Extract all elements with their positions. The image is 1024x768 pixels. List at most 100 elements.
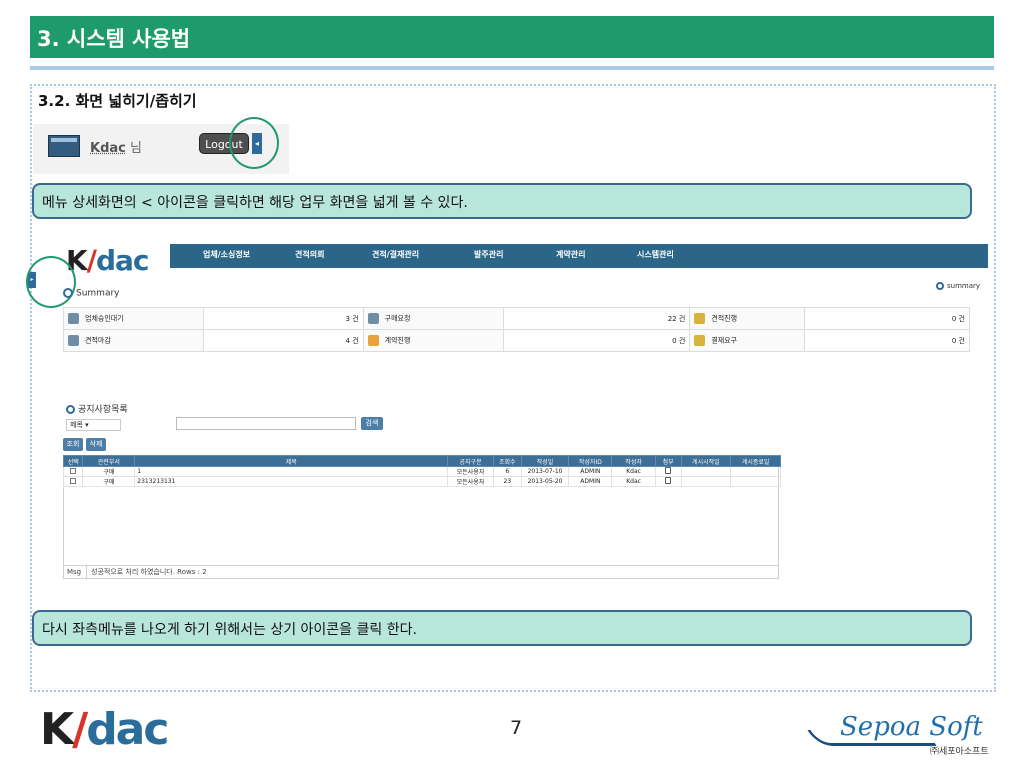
summary-cell-label[interactable]: 견적마감 <box>63 329 204 352</box>
highlight-circle-collapse <box>229 117 279 169</box>
summary-label: 계약진행 <box>384 336 411 345</box>
summary-label: 견적마감 <box>85 336 111 345</box>
attachment-icon[interactable] <box>665 477 672 484</box>
summary-cell-label[interactable]: 견적진행 <box>689 307 806 330</box>
grid-cell: ADMIN <box>568 476 613 487</box>
grid-cell: ADMIN <box>568 466 613 477</box>
grid-cell-title[interactable]: 2313213131 <box>134 476 449 487</box>
grid-cell <box>730 476 781 487</box>
vendor-approve-icon <box>68 313 79 324</box>
grid-cell-attach[interactable] <box>654 476 682 487</box>
search-button[interactable]: 검색 <box>361 417 383 430</box>
nav-item-contract[interactable]: 계약관리 <box>556 249 585 260</box>
grid-header[interactable]: 작성일 <box>520 455 570 467</box>
summary-cell-value[interactable]: 3 건 <box>202 307 364 330</box>
nav-item-system[interactable]: 시스템관리 <box>637 249 674 260</box>
summary-label: 구매요청 <box>384 314 411 323</box>
view-button[interactable]: 조회 <box>63 438 83 451</box>
kdac-logo: K∕dac <box>66 244 150 277</box>
summary-link[interactable]: summary <box>936 282 980 290</box>
delete-button[interactable]: 삭제 <box>86 438 106 451</box>
grid-cell: 구매 <box>82 476 136 487</box>
grid-header[interactable]: 게시시작일 <box>680 455 732 467</box>
footer-logo-rest: dac <box>86 704 169 755</box>
checkbox[interactable] <box>70 467 77 474</box>
summary-title: Summary <box>63 288 120 299</box>
footer-kdac-logo: K∕dac <box>40 704 169 755</box>
grid-cell: 모든사용자 <box>447 476 494 487</box>
window-icon <box>48 135 80 157</box>
footer-logo-k: K <box>40 704 74 755</box>
summary-cell-value[interactable]: 22 건 <box>502 307 691 330</box>
summary-cell-value[interactable]: 4 건 <box>202 329 364 352</box>
grid-cell: 2013-05-20 <box>520 476 570 487</box>
grid-cell <box>680 476 732 487</box>
notice-list-title: 공지사항목록 <box>66 402 128 415</box>
search-input[interactable] <box>176 417 356 430</box>
page-number: 7 <box>510 717 523 739</box>
slide-title-bar: 3. 시스템 사용법 <box>30 16 994 58</box>
grid-header[interactable]: 공지구분 <box>447 455 494 467</box>
message-bar: Msg 성공적으로 처리 하였습니다. Rows : 2 <box>63 565 779 579</box>
grid-header[interactable]: 관련부서 <box>82 455 136 467</box>
grid-header[interactable]: 작성자ID <box>568 455 613 467</box>
summary-cell-label[interactable]: 계약진행 <box>362 329 504 352</box>
highlight-circle-expand <box>26 256 76 308</box>
msg-label: Msg <box>67 566 87 578</box>
filter-select[interactable]: 제목 ▾ <box>66 419 121 431</box>
attachment-icon[interactable] <box>665 467 672 474</box>
summary-table: 업체승인대기 3 건 구매요청 22 건 견적진행 0 건 견적마감 4 건 계… <box>63 307 970 352</box>
grid-cell: 2013-07-10 <box>520 466 570 477</box>
row-checkbox[interactable] <box>62 476 84 487</box>
sepoa-subtitle: ㈜세포아소프트 <box>930 747 989 757</box>
grid-cell <box>730 466 781 477</box>
title-underline <box>30 66 994 70</box>
bar-chart-icon <box>694 313 706 324</box>
chevron-down-icon: ▾ <box>85 421 89 429</box>
grid-cell-title[interactable]: 1 <box>134 466 449 477</box>
calendar-icon <box>68 335 79 346</box>
summary-cell-value[interactable]: 0 건 <box>502 329 691 352</box>
msg-text: 성공적으로 처리 하였습니다. Rows : 2 <box>91 568 207 576</box>
grid-cell <box>680 466 732 477</box>
user-suffix: 님 <box>130 141 142 156</box>
bell-icon <box>694 335 706 346</box>
grid-header[interactable]: 선택 <box>62 455 84 467</box>
callout-bottom: 다시 좌측메뉴를 나오게 하기 위해서는 상기 아이콘을 클릭 한다. <box>32 610 972 646</box>
footer-logo-slash: ∕ <box>72 704 88 755</box>
grid-cell: 6 <box>492 466 522 477</box>
grid-header[interactable]: 조회수 <box>492 455 522 467</box>
purchase-request-icon <box>367 313 379 324</box>
summary-cell-label[interactable]: 결재요구 <box>689 329 806 352</box>
nav-item-quote-request[interactable]: 견적의뢰 <box>295 249 324 260</box>
sepoa-logo: Sepoa Soft <box>840 712 983 742</box>
slide-title: 3. 시스템 사용법 <box>37 27 191 51</box>
table-row[interactable]: 구매 2313213131 모든사용자 23 2013-05-20 ADMIN … <box>62 476 781 487</box>
nav-item-order[interactable]: 발주관리 <box>474 249 503 260</box>
summary-cell-value[interactable]: 0 건 <box>804 307 970 330</box>
grid-header[interactable]: 첨부 <box>654 455 682 467</box>
nav-item-quote-approval[interactable]: 견적/결재관리 <box>372 249 419 260</box>
summary-row: 견적마감 4 건 계약진행 0 건 결재요구 0 건 <box>63 329 970 352</box>
logo-rest: dac <box>95 244 150 277</box>
grid-cell: 모든사용자 <box>447 466 494 477</box>
table-row[interactable]: 구매 1 모든사용자 6 2013-07-10 ADMIN Kdac <box>62 466 781 477</box>
summary-label: 결재요구 <box>711 336 738 345</box>
checkbox[interactable] <box>70 477 77 484</box>
grid-header[interactable]: 제목 <box>134 455 449 467</box>
user-greeting: Kdac 님 <box>90 137 142 156</box>
main-navbar: 업체/소싱정보 견적의뢰 견적/결재관리 발주관리 계약관리 시스템관리 <box>170 244 988 268</box>
callout-top: 메뉴 상세화면의 < 아이콘을 클릭하면 해당 업무 화면을 넓게 볼 수 있다… <box>32 183 972 219</box>
contract-icon <box>367 335 379 346</box>
section-title: 3.2. 화면 넓히기/좁히기 <box>38 92 197 110</box>
grid-header[interactable]: 작성자 <box>611 455 656 467</box>
summary-row: 업체승인대기 3 건 구매요청 22 건 견적진행 0 건 <box>63 307 970 330</box>
grid-cell-attach[interactable] <box>654 466 682 477</box>
grid-header[interactable]: 게시종료일 <box>730 455 781 467</box>
summary-cell-label[interactable]: 업체승인대기 <box>63 307 204 330</box>
summary-label: 업체승인대기 <box>85 314 124 323</box>
row-checkbox[interactable] <box>62 466 84 477</box>
summary-cell-value[interactable]: 0 건 <box>804 329 970 352</box>
nav-item-vendor[interactable]: 업체/소싱정보 <box>203 249 250 260</box>
summary-cell-label[interactable]: 구매요청 <box>362 307 504 330</box>
